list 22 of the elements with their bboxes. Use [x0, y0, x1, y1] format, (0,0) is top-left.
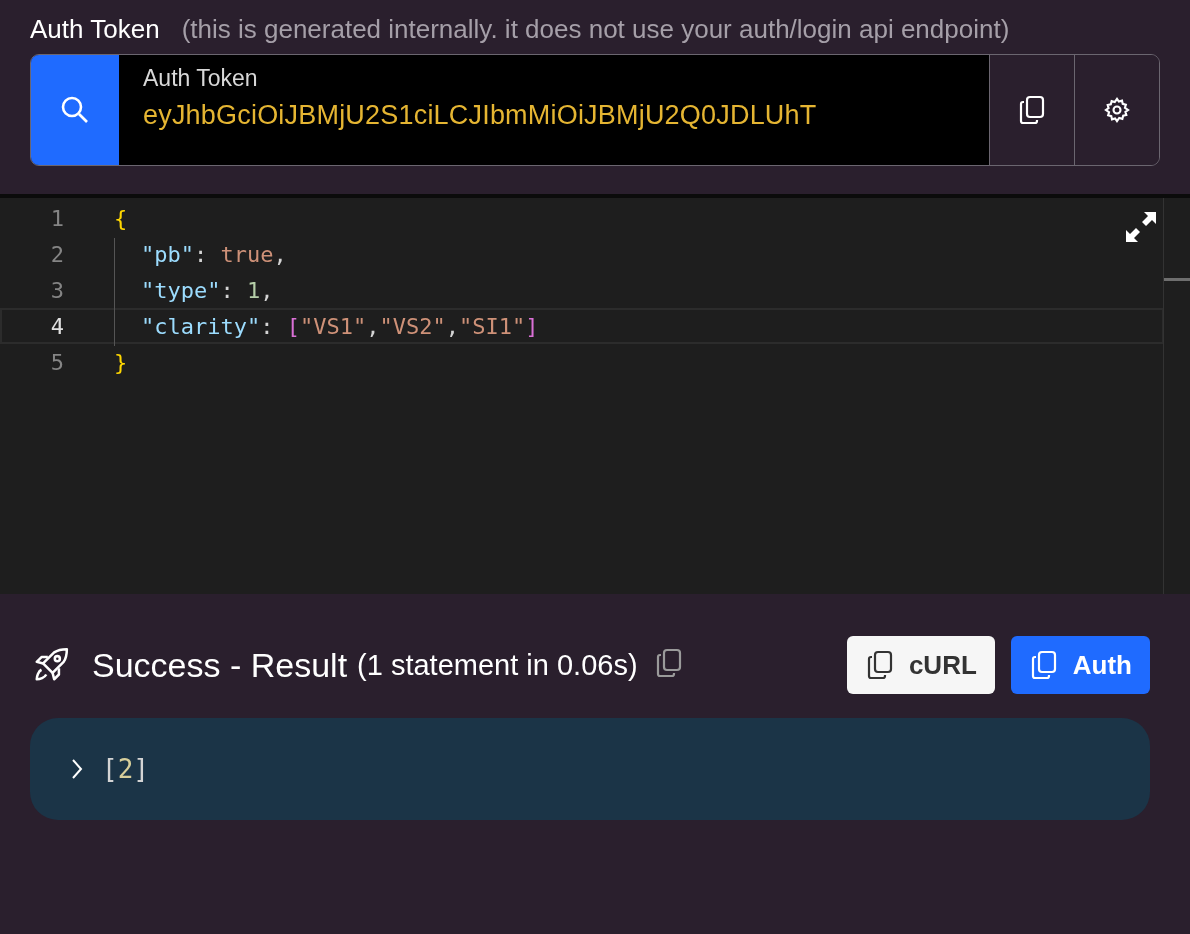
- chevron-right-icon[interactable]: [70, 757, 84, 781]
- code-line: "type": 1,: [141, 277, 274, 303]
- result-value: [2]: [102, 754, 149, 784]
- copy-icon: [655, 648, 682, 678]
- result-detail: (1 statement in 0.06s): [357, 648, 638, 682]
- auth-token-note: (this is generated internally. it does not use your auth/login api endpoint): [181, 14, 1010, 44]
- line-number: 5: [49, 349, 65, 375]
- code-line: {: [114, 205, 128, 231]
- copy-auth-button[interactable]: Auth: [1010, 636, 1150, 694]
- code-line: }: [114, 349, 128, 375]
- line-number: 4: [49, 313, 65, 339]
- result-title: Success - Result: [92, 645, 348, 685]
- line-number: 3: [49, 277, 65, 303]
- auth-token-label: Auth Token: [30, 14, 160, 44]
- code-line: "pb": true,: [141, 241, 287, 267]
- copy-curl-button[interactable]: cURL: [846, 636, 995, 694]
- line-number: 1: [49, 205, 65, 231]
- expand-icon[interactable]: [1124, 210, 1158, 244]
- copy-icon: [1030, 650, 1057, 680]
- code-line: "clarity": ["VS1","VS2","SI1"]: [141, 313, 539, 339]
- copy-icon: [866, 650, 893, 680]
- line-number: 2: [49, 241, 65, 267]
